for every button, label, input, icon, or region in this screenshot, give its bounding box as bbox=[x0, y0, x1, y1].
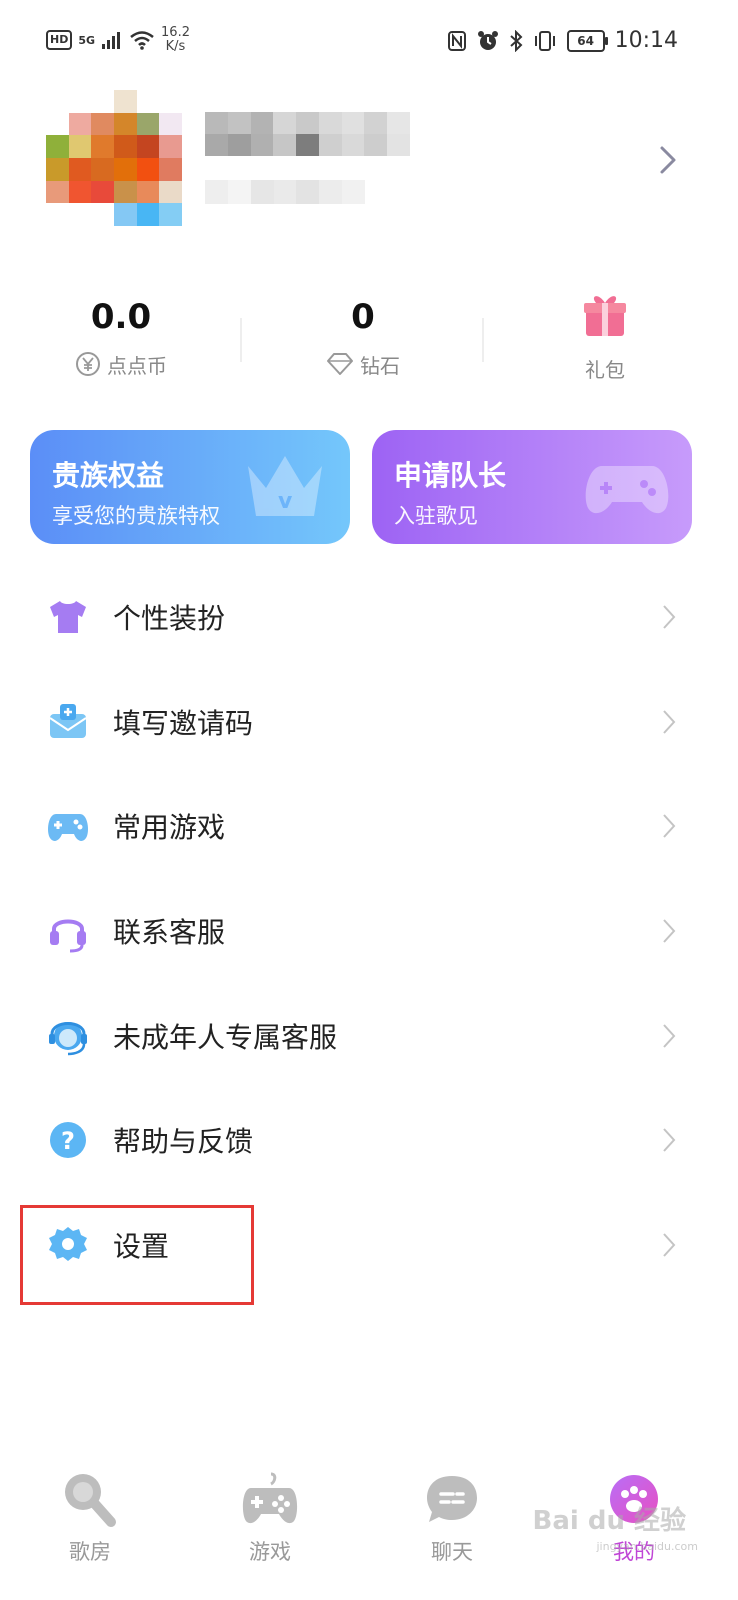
signal-icon bbox=[102, 32, 121, 49]
tab-song-room[interactable]: 歌房 bbox=[30, 1470, 150, 1566]
gamepad-deco-icon bbox=[585, 466, 669, 514]
coin-label: 点点币 bbox=[107, 353, 167, 378]
tab-label: 聊天 bbox=[431, 1540, 473, 1564]
wifi-icon bbox=[130, 31, 154, 50]
clock-time: 10:14 bbox=[614, 28, 678, 53]
menu-label: 填写邀请码 bbox=[113, 706, 254, 740]
chevron-right-icon bbox=[663, 710, 676, 734]
apply-captain-title: 申请队长 bbox=[394, 459, 507, 492]
menu-item-help-feedback[interactable]: ? 帮助与反馈 bbox=[0, 1088, 738, 1193]
gift-label-row: 礼包 bbox=[484, 348, 726, 388]
chevron-right-icon bbox=[663, 1128, 676, 1152]
status-right: 64 10:14 bbox=[447, 28, 678, 53]
watermark-url: jingyan.baidu.com bbox=[596, 1540, 698, 1553]
chevron-right-icon bbox=[663, 1233, 676, 1257]
svg-text:?: ? bbox=[61, 1127, 75, 1155]
avatar[interactable] bbox=[46, 90, 182, 226]
menu-label: 常用游戏 bbox=[113, 811, 226, 845]
bluetooth-icon bbox=[509, 29, 523, 52]
gamepad-tab-icon bbox=[242, 1472, 298, 1524]
hd-badge: HD bbox=[46, 30, 73, 50]
minor-support-icon bbox=[49, 1021, 87, 1055]
net-speed-unit: K/s bbox=[165, 39, 186, 54]
apply-captain-subtitle: 入驻歌见 bbox=[394, 504, 478, 528]
apply-captain-card[interactable]: 申请队长 入驻歌见 bbox=[372, 430, 692, 544]
stat-gift[interactable]: 礼包 bbox=[484, 290, 726, 388]
invite-envelope-icon bbox=[49, 703, 87, 738]
menu-label: 未成年人专属客服 bbox=[113, 1020, 338, 1054]
network-label: 5G bbox=[78, 33, 96, 47]
noble-benefits-card[interactable]: 贵族权益 享受您的贵族特权 v bbox=[30, 430, 350, 544]
menu-item-invite-code[interactable]: 填写邀请码 bbox=[0, 670, 738, 775]
svg-text:v: v bbox=[278, 489, 293, 514]
coin-label-row: 点点币 bbox=[0, 344, 242, 384]
diamond-label-row: 钻石 bbox=[242, 344, 484, 384]
battery-indicator: 64 bbox=[566, 29, 608, 52]
vibrate-icon bbox=[534, 30, 555, 51]
tshirt-icon bbox=[50, 601, 86, 634]
username-blurred bbox=[205, 112, 410, 156]
diamond-balance: 0 bbox=[351, 297, 375, 337]
diamond-icon bbox=[327, 353, 353, 375]
coin-balance: 0.0 bbox=[90, 297, 152, 337]
net-speed: 16.2 K/s bbox=[161, 26, 190, 54]
watermark: Bai du 经验 bbox=[532, 1506, 687, 1536]
profile-header[interactable] bbox=[0, 90, 738, 240]
net-speed-value: 16.2 bbox=[161, 25, 190, 40]
chevron-right-icon[interactable] bbox=[658, 145, 678, 175]
gamepad-icon bbox=[48, 814, 88, 842]
menu-label: 联系客服 bbox=[113, 916, 226, 950]
headset-icon bbox=[50, 919, 86, 953]
crown-icon: v bbox=[248, 456, 322, 516]
status-left: HD 5G 16.2 K/s bbox=[46, 26, 190, 54]
alarm-icon bbox=[477, 30, 498, 50]
noble-benefits-title: 贵族权益 bbox=[52, 459, 165, 492]
stats-row: 0.0 点点币 0 钻石 礼包 bbox=[0, 290, 738, 400]
status-bar: HD 5G 16.2 K/s 64 10:14 bbox=[0, 0, 738, 80]
gift-icon bbox=[584, 296, 626, 336]
gift-label: 礼包 bbox=[585, 357, 625, 382]
help-icon: ? bbox=[50, 1122, 86, 1159]
tab-games[interactable]: 游戏 bbox=[210, 1470, 330, 1566]
stat-diamonds[interactable]: 0 钻石 bbox=[242, 290, 484, 384]
yen-coin-icon bbox=[76, 352, 100, 376]
menu-item-dress-up[interactable]: 个性装扮 bbox=[0, 565, 738, 670]
menu-item-minor-support[interactable]: 未成年人专属客服 bbox=[0, 983, 738, 1088]
noble-benefits-subtitle: 享受您的贵族特权 bbox=[52, 504, 220, 528]
user-id-blurred bbox=[205, 180, 365, 204]
chat-icon bbox=[427, 1476, 477, 1522]
tab-label: 游戏 bbox=[249, 1540, 291, 1564]
tab-label: 歌房 bbox=[69, 1540, 111, 1564]
nfc-icon bbox=[447, 30, 466, 51]
chevron-right-icon bbox=[663, 919, 676, 943]
menu-label: 帮助与反馈 bbox=[113, 1125, 254, 1159]
menu-list: 个性装扮 填写邀请码 常用游戏 联系客服 未成年人专属客服 ? 帮助与反馈 设置 bbox=[0, 565, 738, 1297]
chevron-right-icon bbox=[663, 1023, 676, 1048]
menu-item-frequent-games[interactable]: 常用游戏 bbox=[0, 774, 738, 879]
stat-coins[interactable]: 0.0 点点币 bbox=[0, 290, 242, 384]
menu-item-contact-support[interactable]: 联系客服 bbox=[0, 879, 738, 984]
menu-label: 个性装扮 bbox=[113, 602, 226, 636]
microphone-icon bbox=[65, 1474, 116, 1527]
tab-chat[interactable]: 聊天 bbox=[392, 1470, 512, 1566]
chevron-right-icon bbox=[663, 814, 676, 839]
settings-highlight-box bbox=[20, 1205, 254, 1305]
diamond-label: 钻石 bbox=[360, 353, 400, 378]
chevron-right-icon bbox=[663, 605, 676, 629]
